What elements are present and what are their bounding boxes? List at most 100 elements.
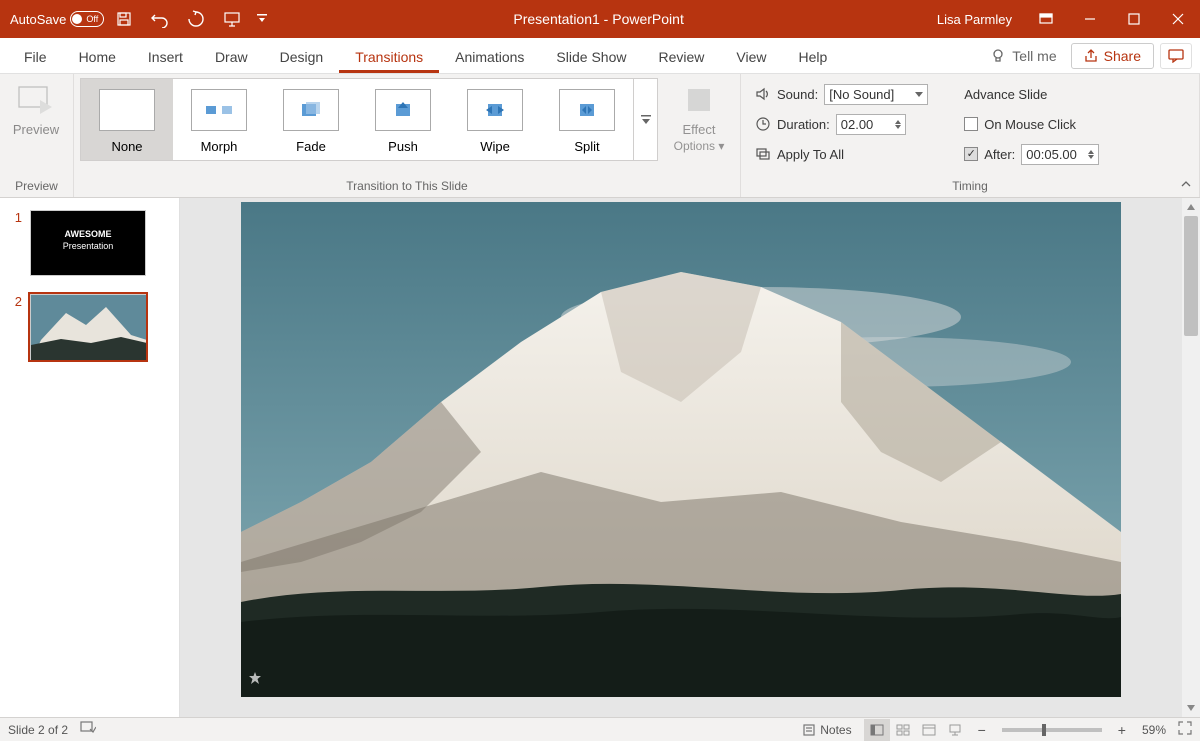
tell-me-search[interactable]: Tell me (982, 44, 1064, 68)
transition-morph[interactable]: Morph (173, 79, 265, 160)
scrollbar-thumb[interactable] (1184, 216, 1198, 336)
maximize-button[interactable] (1112, 0, 1156, 38)
on-mouse-click-label: On Mouse Click (984, 117, 1076, 132)
after-input[interactable]: 00:05.00 (1021, 144, 1099, 165)
redo-button[interactable] (180, 0, 212, 38)
window-title: Presentation1 - PowerPoint (272, 11, 924, 27)
fade-icon (283, 89, 339, 131)
view-buttons (864, 719, 968, 741)
slide-sorter-view-button[interactable] (890, 719, 916, 741)
lightbulb-icon (990, 48, 1006, 64)
split-icon (559, 89, 615, 131)
transition-none[interactable]: None (81, 79, 173, 160)
duration-spinner[interactable] (895, 120, 901, 129)
mountain-image (241, 202, 1121, 697)
slide-thumbnail-panel: 1 AWESOME Presentation 2 (0, 198, 180, 717)
normal-view-button[interactable] (864, 719, 890, 741)
on-mouse-click-checkbox[interactable] (964, 117, 978, 131)
zoom-slider[interactable] (1002, 728, 1102, 732)
slide-canvas-area (180, 198, 1182, 717)
zoom-in-button[interactable]: + (1114, 722, 1130, 738)
transition-wipe[interactable]: Wipe (449, 79, 541, 160)
tab-animations[interactable]: Animations (439, 41, 540, 73)
ribbon-body: Preview Preview None Morph Fade (0, 74, 1200, 198)
scroll-down-button[interactable] (1182, 699, 1200, 717)
chevron-down-icon (915, 90, 923, 98)
autosave-toggle[interactable]: AutoSave Off (10, 11, 104, 27)
slide-thumbnail-1[interactable]: AWESOME Presentation (30, 210, 146, 276)
transition-gallery: None Morph Fade Push Wipe (80, 78, 658, 161)
tab-transitions[interactable]: Transitions (339, 41, 439, 73)
tab-review[interactable]: Review (642, 41, 720, 73)
transition-split[interactable]: Split (541, 79, 633, 160)
effect-options-button[interactable]: Effect Options ▾ (664, 78, 734, 159)
ribbon-tabs: File Home Insert Draw Design Transitions… (0, 38, 1200, 74)
vertical-scrollbar[interactable] (1182, 198, 1200, 717)
comments-button[interactable] (1160, 43, 1192, 69)
sound-label: Sound: (777, 87, 818, 102)
mountain-thumb-icon (31, 295, 147, 361)
title-bar: AutoSave Off Presentation1 - PowerPoint … (0, 0, 1200, 38)
transition-fade[interactable]: Fade (265, 79, 357, 160)
preview-button[interactable]: Preview (6, 78, 66, 143)
zoom-level[interactable]: 59% (1136, 723, 1172, 737)
tab-home[interactable]: Home (63, 41, 132, 73)
sound-dropdown[interactable]: [No Sound] (824, 84, 928, 105)
save-button[interactable] (108, 0, 140, 38)
autosave-label: AutoSave (10, 12, 66, 27)
qat-customize-button[interactable] (252, 0, 272, 38)
notes-icon (802, 723, 816, 737)
status-bar: Slide 2 of 2 Notes − + 59% (0, 717, 1200, 741)
tab-insert[interactable]: Insert (132, 41, 199, 73)
scroll-up-button[interactable] (1182, 198, 1200, 216)
tab-file[interactable]: File (8, 41, 63, 73)
tab-help[interactable]: Help (782, 41, 843, 73)
slide-number-1: 1 (8, 210, 22, 276)
wipe-icon (467, 89, 523, 131)
slide-indicator: Slide 2 of 2 (8, 723, 68, 737)
group-label-timing: Timing (747, 179, 1193, 195)
gallery-more-button[interactable] (633, 79, 657, 160)
tab-slideshow[interactable]: Slide Show (540, 41, 642, 73)
apply-to-all-button[interactable]: Apply To All (755, 140, 928, 168)
reading-view-button[interactable] (916, 719, 942, 741)
after-checkbox[interactable] (964, 147, 978, 161)
duration-label: Duration: (777, 117, 830, 132)
user-name[interactable]: Lisa Parmley (925, 12, 1024, 27)
tab-view[interactable]: View (720, 41, 782, 73)
apply-icon (755, 146, 771, 162)
main-area: 1 AWESOME Presentation 2 (0, 198, 1200, 717)
none-icon (99, 89, 155, 131)
zoom-out-button[interactable]: − (974, 722, 990, 738)
tab-draw[interactable]: Draw (199, 41, 264, 73)
fit-to-window-button[interactable] (1178, 721, 1192, 738)
comment-icon (1168, 49, 1184, 63)
animation-indicator-icon (249, 671, 261, 689)
slide-thumbnail-2[interactable] (30, 294, 146, 360)
notes-button[interactable]: Notes (796, 721, 857, 739)
group-label-transition: Transition to This Slide (80, 179, 734, 195)
collapse-ribbon-button[interactable] (1180, 178, 1192, 193)
sound-icon (755, 86, 771, 102)
share-button[interactable]: Share (1071, 43, 1154, 69)
after-spinner[interactable] (1088, 150, 1094, 159)
minimize-button[interactable] (1068, 0, 1112, 38)
share-icon (1084, 49, 1098, 63)
slideshow-from-start-button[interactable] (216, 0, 248, 38)
group-label-preview: Preview (6, 179, 67, 195)
undo-button[interactable] (144, 0, 176, 38)
spellcheck-icon[interactable] (80, 721, 96, 738)
duration-input[interactable]: 02.00 (836, 114, 906, 135)
transition-push[interactable]: Push (357, 79, 449, 160)
effect-options-icon (679, 84, 719, 116)
push-icon (375, 89, 431, 131)
morph-icon (191, 89, 247, 131)
slideshow-view-button[interactable] (942, 719, 968, 741)
close-button[interactable] (1156, 0, 1200, 38)
ribbon-display-options-button[interactable] (1024, 0, 1068, 38)
tab-design[interactable]: Design (264, 41, 340, 73)
slide-canvas[interactable] (241, 202, 1121, 697)
after-label: After: (984, 147, 1015, 162)
advance-slide-label: Advance Slide (964, 80, 1099, 108)
slide-number-2: 2 (8, 294, 22, 360)
